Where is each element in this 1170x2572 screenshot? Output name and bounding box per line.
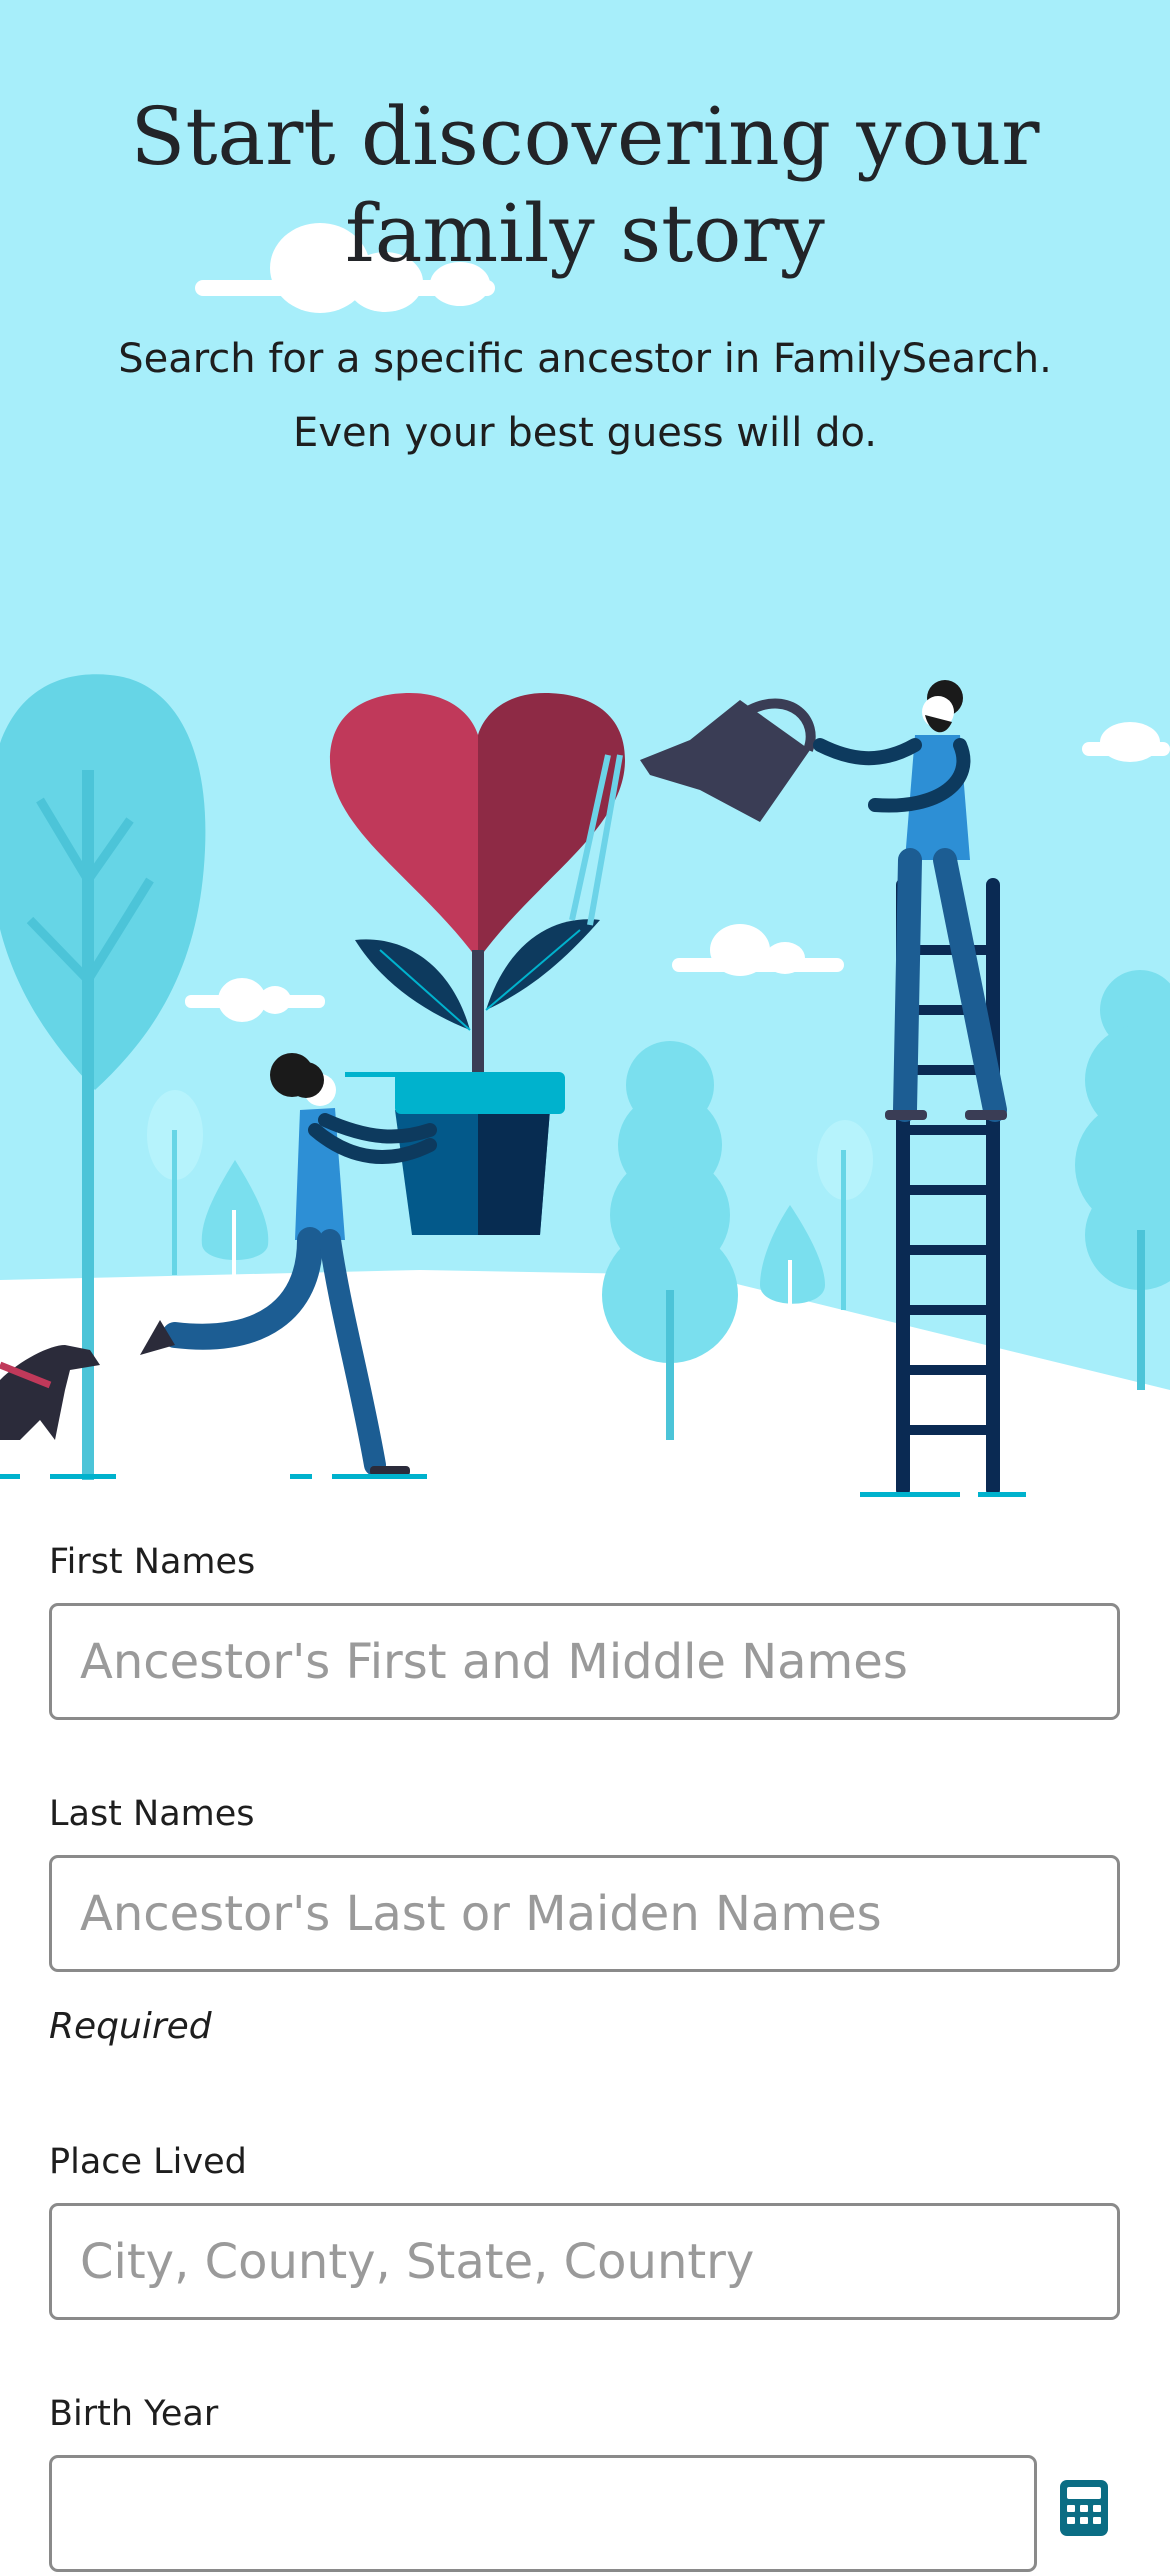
hero-section: Start discovering your family story Sear…	[0, 0, 1170, 1500]
calculator-icon[interactable]	[1058, 2478, 1110, 2538]
first-names-label: First Names	[49, 1542, 256, 1582]
watering-can-illustration	[640, 698, 816, 822]
first-names-input[interactable]	[49, 1603, 1120, 1720]
last-names-label: Last Names	[49, 1794, 255, 1834]
page-subtitle-line-1: Search for a specific ancestor in Family…	[118, 336, 1052, 382]
page-subtitle: Search for a specific ancestor in Family…	[40, 322, 1130, 470]
page-subtitle-line-2: Even your best guess will do.	[293, 410, 877, 456]
page-title-line-2: family story	[345, 187, 825, 280]
required-note: Required	[49, 2006, 212, 2047]
birth-year-input[interactable]	[49, 2455, 1037, 2572]
place-lived-input[interactable]	[49, 2203, 1120, 2320]
last-names-input[interactable]	[49, 1855, 1120, 1972]
birth-year-label: Birth Year	[49, 2394, 219, 2434]
place-lived-label: Place Lived	[49, 2142, 247, 2182]
page-title-line-1: Start discovering your	[130, 90, 1040, 183]
page-title: Start discovering your family story	[0, 88, 1170, 282]
man-on-ladder-illustration	[813, 680, 1007, 1122]
